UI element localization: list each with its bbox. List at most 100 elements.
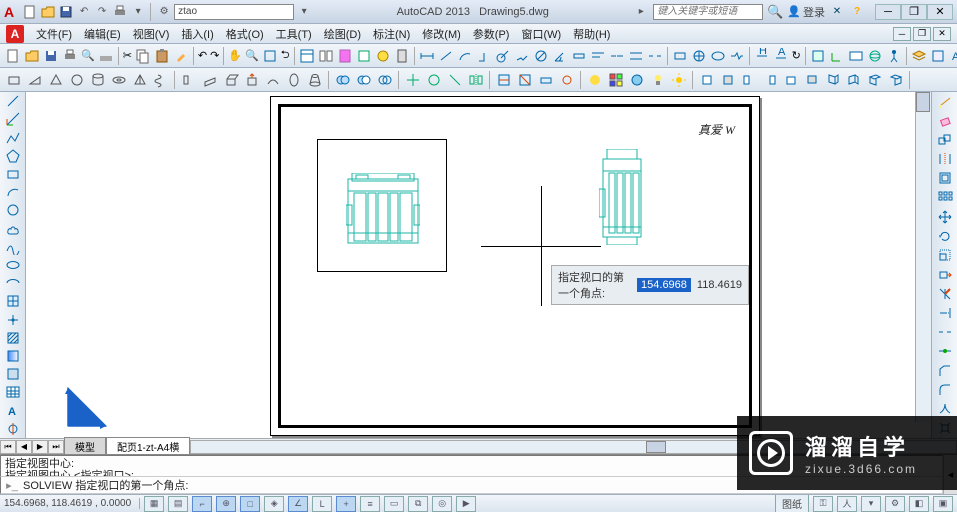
shape-sphere-button[interactable] <box>67 70 87 90</box>
calc-button[interactable] <box>393 46 411 66</box>
snap-toggle[interactable]: ▦ <box>144 496 164 512</box>
status-cui-icon[interactable]: ◧ <box>909 496 929 512</box>
dim-aligned-button[interactable] <box>437 46 455 66</box>
dimstyle-button[interactable] <box>809 46 827 66</box>
arc-button[interactable] <box>0 183 25 201</box>
mtext-button[interactable]: A <box>0 401 25 419</box>
paste-button[interactable] <box>153 46 171 66</box>
dim-linear-button[interactable] <box>418 46 436 66</box>
mirror-button[interactable] <box>932 150 957 169</box>
view-top-button[interactable] <box>697 70 717 90</box>
menu-插入i[interactable]: 插入(I) <box>175 24 219 44</box>
command-prompt-text[interactable]: SOLVIEW 指定视口的第一个角点: <box>23 477 188 493</box>
sweep-button[interactable] <box>263 70 283 90</box>
circle-button[interactable] <box>0 201 25 219</box>
help-icon[interactable]: ? <box>849 4 865 20</box>
dim-break-button[interactable] <box>646 46 664 66</box>
exchange-icon[interactable]: ✕ <box>829 4 845 20</box>
dim-ordinate-button[interactable] <box>475 46 493 66</box>
view-back-button[interactable] <box>802 70 822 90</box>
status-lock-icon[interactable]: ⚿ <box>813 496 833 512</box>
window-restore-button[interactable]: ❐ <box>901 4 927 20</box>
shape-wedge-button[interactable] <box>25 70 45 90</box>
menu-修改m[interactable]: 修改(M) <box>416 24 467 44</box>
view-right-button[interactable] <box>760 70 780 90</box>
imprint-button[interactable] <box>557 70 577 90</box>
prompt-coord-y[interactable]: 118.4619 <box>697 279 742 291</box>
tab-prev-button[interactable]: ◀ <box>16 440 32 454</box>
vertical-scrollbar[interactable] <box>915 92 931 422</box>
menu-编辑e[interactable]: 编辑(E) <box>78 24 127 44</box>
grid-toggle[interactable]: ▤ <box>168 496 188 512</box>
menu-参数p[interactable]: 参数(P) <box>467 24 516 44</box>
copy-button[interactable] <box>134 46 152 66</box>
workspace-gear-icon[interactable]: ⚙ <box>156 4 172 20</box>
search-icon[interactable]: 🔍 <box>767 4 783 20</box>
qat-open-icon[interactable] <box>40 4 56 20</box>
menu-帮助h[interactable]: 帮助(H) <box>567 24 616 44</box>
intersect-button[interactable] <box>375 70 395 90</box>
point-button[interactable] <box>0 310 25 328</box>
copy-button[interactable] <box>932 130 957 149</box>
open-button[interactable] <box>23 46 41 66</box>
tab-next-button[interactable]: ▶ <box>32 440 48 454</box>
zoom-window-button[interactable] <box>261 46 279 66</box>
ellipse-arc-button[interactable] <box>0 274 25 292</box>
ucs-button[interactable] <box>828 46 846 66</box>
scale-button[interactable] <box>932 246 957 265</box>
cut-button[interactable]: ✂ <box>122 46 133 66</box>
dim-arc-button[interactable] <box>456 46 474 66</box>
window-minimize-button[interactable]: ─ <box>875 4 901 20</box>
drawing-area[interactable]: 真爱 W <box>26 92 931 438</box>
osnap-toggle[interactable]: □ <box>240 496 260 512</box>
addpt-button[interactable] <box>0 420 25 438</box>
new-button[interactable] <box>4 46 22 66</box>
slice-button[interactable] <box>515 70 535 90</box>
dim-space-button[interactable] <box>627 46 645 66</box>
view-se-button[interactable] <box>844 70 864 90</box>
chamfer-button[interactable] <box>932 361 957 380</box>
props-button[interactable] <box>298 46 316 66</box>
qat-save-icon[interactable] <box>58 4 74 20</box>
view-nw-button[interactable] <box>886 70 906 90</box>
planesurf-button[interactable] <box>200 70 220 90</box>
light-button[interactable] <box>648 70 668 90</box>
inspect-button[interactable] <box>709 46 727 66</box>
ducs-toggle[interactable]: L <box>312 496 332 512</box>
publish-button[interactable] <box>97 46 115 66</box>
view-named-button[interactable] <box>847 46 865 66</box>
am-toggle[interactable]: ▶ <box>456 496 476 512</box>
qp-toggle[interactable]: ⧉ <box>408 496 428 512</box>
dim-radius-button[interactable] <box>494 46 512 66</box>
dim-continue-button[interactable] <box>608 46 626 66</box>
thicken-button[interactable] <box>536 70 556 90</box>
shape-torus-button[interactable] <box>109 70 129 90</box>
coordinates-readout[interactable]: 154.6968, 118.4619 , 0.0000 <box>4 498 140 509</box>
app-logo-icon[interactable]: A <box>4 4 14 20</box>
menu-格式o[interactable]: 格式(O) <box>220 24 270 44</box>
workspace-select[interactable] <box>174 4 294 20</box>
cline-button[interactable] <box>0 110 25 128</box>
menu-标注n[interactable]: 标注(N) <box>367 24 416 44</box>
gradient-button[interactable] <box>0 347 25 365</box>
visualstyles-button[interactable] <box>606 70 626 90</box>
revolve-button[interactable] <box>284 70 304 90</box>
status-ann-icon[interactable]: 人 <box>837 496 857 512</box>
erase-button[interactable] <box>932 111 957 130</box>
dim-quick-button[interactable] <box>570 46 588 66</box>
zoom-prev-button[interactable]: ⮌ <box>280 46 291 66</box>
status-ws-icon[interactable]: ⚙ <box>885 496 905 512</box>
doc-close-button[interactable]: ✕ <box>933 27 951 41</box>
tab-first-button[interactable]: ⏮ <box>0 440 16 454</box>
help-search-input[interactable] <box>653 4 763 20</box>
markup-button[interactable] <box>374 46 392 66</box>
ortho-toggle[interactable]: ⌐ <box>192 496 212 512</box>
view-sw-button[interactable] <box>823 70 843 90</box>
view-ne-button[interactable] <box>865 70 885 90</box>
render-button[interactable] <box>585 70 605 90</box>
lwt-toggle[interactable]: ≡ <box>360 496 380 512</box>
styles-button[interactable]: A <box>948 46 957 66</box>
line-button[interactable] <box>0 92 25 110</box>
extend-button[interactable] <box>932 303 957 322</box>
menu-窗口w[interactable]: 窗口(W) <box>515 24 567 44</box>
